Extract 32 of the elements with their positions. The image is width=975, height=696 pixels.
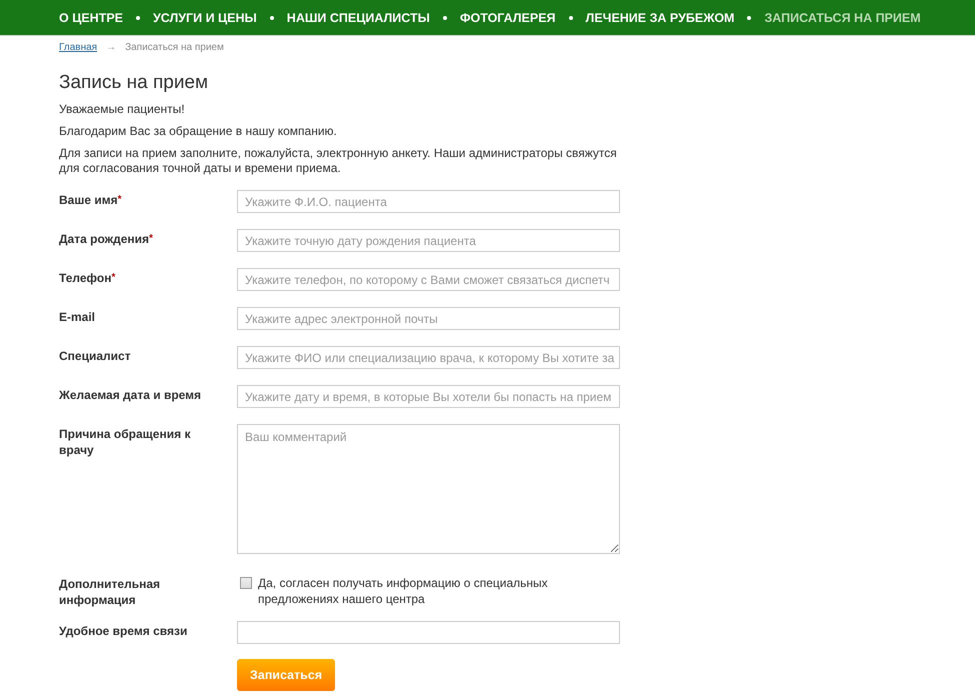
breadcrumb-link[interactable]: Главная xyxy=(59,42,98,53)
nav-link[interactable]: УСЛУГИ И ЦЕНЫ xyxy=(153,10,257,24)
nav-link[interactable]: О ЦЕНТРЕ xyxy=(59,10,124,24)
nav-link[interactable]: ЗАПИСАТЬСЯ НА ПРИЕМ xyxy=(764,10,921,24)
breadcrumb-separator: → xyxy=(106,42,116,53)
checkbox[interactable] xyxy=(240,577,252,589)
field-label: Дополнительная информация xyxy=(59,576,162,608)
input-field[interactable]: Укажите адрес электронной почты xyxy=(237,307,620,330)
page-title: Запись на прием xyxy=(59,72,210,94)
field-label: Ваше имя* xyxy=(59,192,123,208)
nav-link[interactable]: НАШИ СПЕЦИАЛИСТЫ xyxy=(286,10,430,24)
field-label: Причина обращения к врачу xyxy=(59,426,192,458)
input-field[interactable]: Укажите точную дату рождения пациента xyxy=(237,229,620,252)
input-field[interactable]: Укажите ФИО или специализацию врача, к которому Вы хотите за xyxy=(237,346,620,369)
field-label: Специалист xyxy=(59,348,132,364)
input-field[interactable] xyxy=(237,621,620,644)
intro-text: Для записи на прием заполните, пожалуйста, электронную анкету. Наши администраторы свяжутся для согласования точной даты и времени приема. xyxy=(59,146,618,176)
breadcrumb-current: Записаться на прием xyxy=(125,42,224,53)
nav-link[interactable]: ФОТОГАЛЕРЕЯ xyxy=(460,10,556,24)
input-field[interactable]: Укажите Ф.И.О. пациента xyxy=(237,190,620,213)
input-field[interactable]: Укажите дату и время, в которые Вы хотели бы попасть на прием xyxy=(237,385,620,408)
intro-text: Благодарим Вас за обращение в нашу компанию. xyxy=(59,124,338,139)
field-label: Дата рождения* xyxy=(59,231,154,247)
comment-field[interactable]: Ваш комментарий xyxy=(237,424,620,554)
checkbox-label: Да, согласен получать информацию о специальных предложениях нашего центра xyxy=(258,575,549,607)
field-label: Желаемая дата и время xyxy=(59,387,202,403)
field-label: E-mail xyxy=(59,309,96,325)
input-field[interactable]: Укажите телефон, по которому с Вами сможет связаться диспетч xyxy=(237,268,620,291)
intro-text: Уважаемые пациенты! xyxy=(59,102,186,117)
field-label: Телефон* xyxy=(59,270,116,286)
field-label: Удобное время связи xyxy=(59,623,188,639)
nav-link[interactable]: ЛЕЧЕНИЕ ЗА РУБЕЖОМ xyxy=(586,10,734,24)
